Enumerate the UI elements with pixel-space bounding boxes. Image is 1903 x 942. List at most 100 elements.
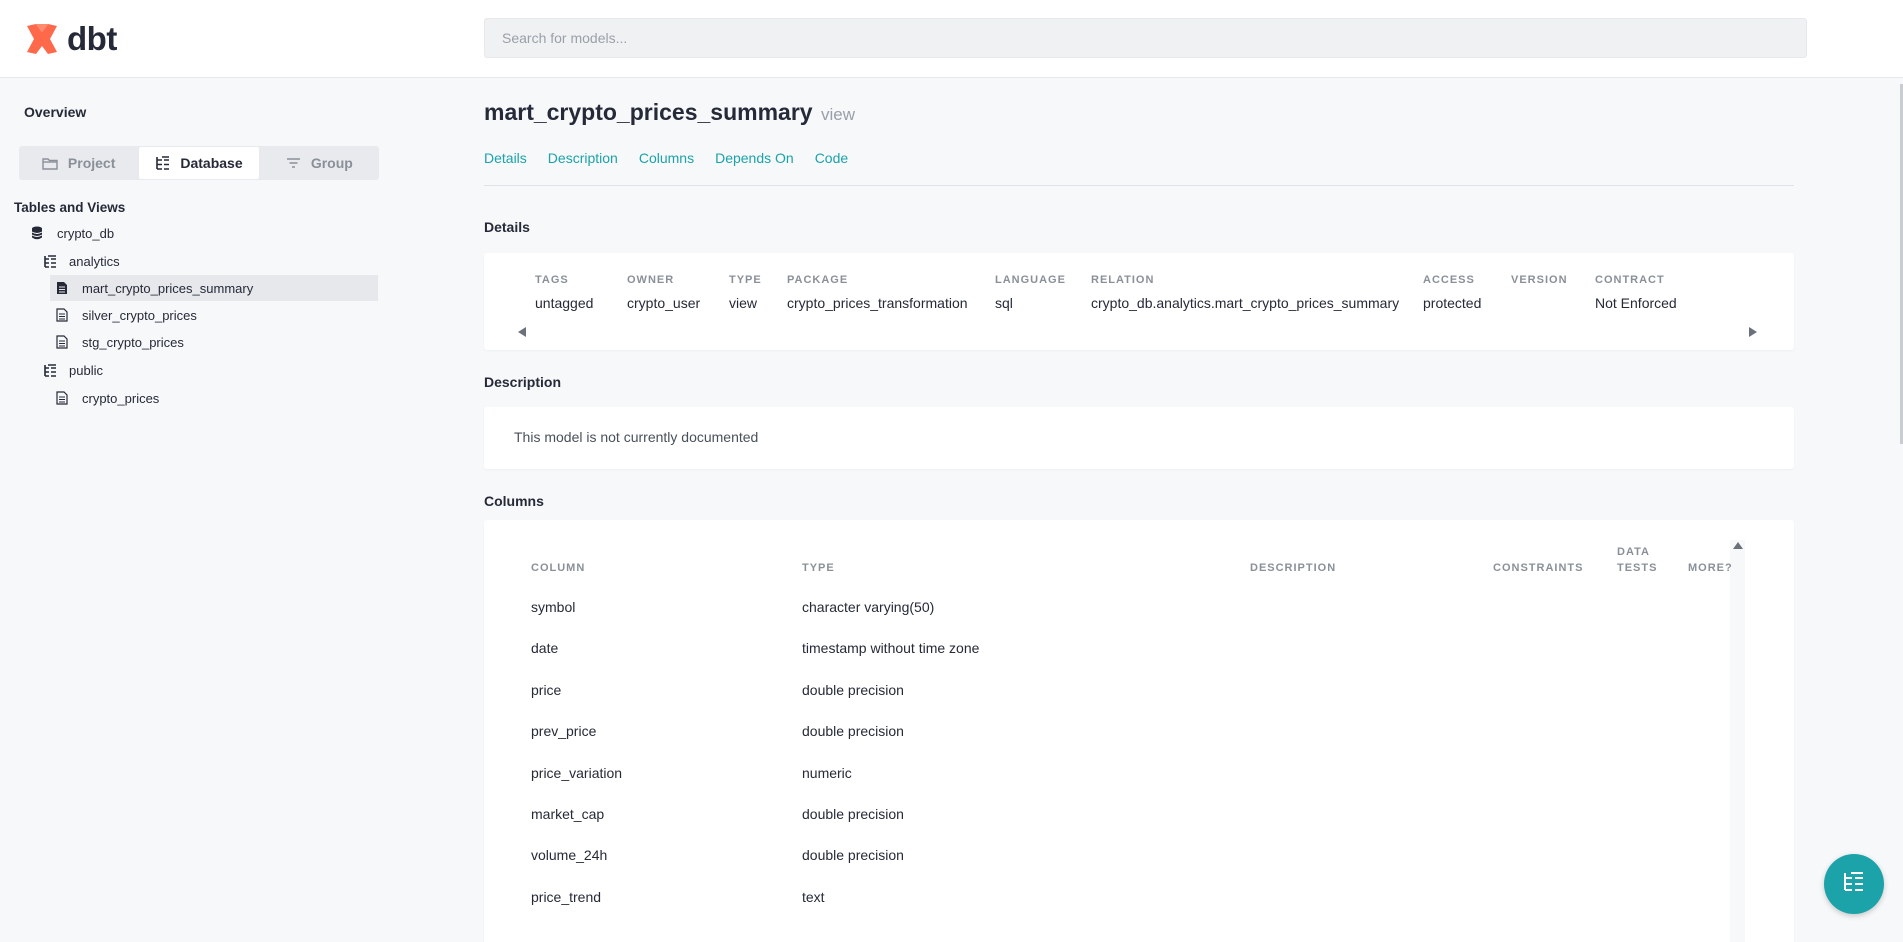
column-header-more: MORE? bbox=[1688, 562, 1733, 574]
page-title: mart_crypto_prices_summary bbox=[484, 99, 813, 125]
lineage-graph-button[interactable] bbox=[1824, 854, 1884, 914]
column-name: market_cap bbox=[531, 806, 605, 822]
detail-value: crypto_user bbox=[627, 295, 701, 311]
detail-value: protected bbox=[1423, 295, 1482, 311]
scroll-up-arrow[interactable] bbox=[1733, 542, 1743, 549]
tree-item-label: analytics bbox=[69, 253, 120, 269]
column-type: double precision bbox=[802, 723, 904, 739]
detail-contract: CONTRACT Not Enforced bbox=[1595, 274, 1695, 311]
detail-label: ACCESS bbox=[1423, 274, 1475, 286]
column-name: prev_price bbox=[531, 723, 597, 739]
tab-group[interactable]: Group bbox=[260, 146, 379, 180]
model-header: mart_crypto_prices_summary view bbox=[484, 99, 855, 126]
table-row[interactable]: prev_price double precision bbox=[531, 723, 1757, 764]
schema-icon bbox=[43, 363, 61, 377]
columns-heading: Columns bbox=[484, 493, 544, 509]
detail-value: Not Enforced bbox=[1595, 295, 1677, 311]
detail-value: crypto_prices_transformation bbox=[787, 295, 968, 311]
column-header-data-tests-line2: TESTS bbox=[1617, 562, 1658, 574]
table-row[interactable]: volume_24h double precision bbox=[531, 847, 1757, 888]
tables-and-views-label: Tables and Views bbox=[14, 200, 126, 215]
tree-item-public[interactable]: public bbox=[43, 357, 103, 383]
schema-icon bbox=[43, 254, 61, 268]
table-row[interactable]: price_variation numeric bbox=[531, 765, 1757, 806]
tab-description[interactable]: Description bbox=[548, 150, 618, 166]
detail-type: TYPE view bbox=[729, 274, 762, 311]
detail-value: view bbox=[729, 295, 758, 311]
description-heading: Description bbox=[484, 374, 562, 390]
column-header-data-tests-line1: DATA bbox=[1617, 546, 1650, 558]
tree-item-crypto-db[interactable]: crypto_db bbox=[31, 220, 114, 246]
column-name: price_variation bbox=[531, 765, 623, 781]
details-grid: TAGS untagged OWNER crypto_user TYPE vie… bbox=[535, 274, 1727, 311]
detail-label: VERSION bbox=[1511, 274, 1568, 286]
table-row[interactable]: symbol character varying(50) bbox=[531, 599, 1757, 640]
scroll-right-arrow[interactable] bbox=[1749, 327, 1757, 337]
detail-tags: TAGS untagged bbox=[535, 274, 595, 311]
database-icon bbox=[31, 226, 49, 240]
column-type: numeric bbox=[802, 765, 852, 781]
tree-item-silver-crypto-prices[interactable]: silver_crypto_prices bbox=[56, 302, 197, 328]
model-kind: view bbox=[821, 105, 856, 124]
divider bbox=[484, 185, 1794, 186]
sidebar: Overview Project Database Group Tables a… bbox=[0, 79, 390, 942]
column-name: volume_24h bbox=[531, 847, 608, 863]
column-type: double precision bbox=[802, 682, 904, 698]
detail-label: OWNER bbox=[627, 274, 675, 286]
details-heading: Details bbox=[484, 219, 530, 235]
tree-item-crypto-prices[interactable]: crypto_prices bbox=[56, 385, 159, 411]
file-icon bbox=[56, 308, 74, 322]
dbt-logo-icon bbox=[27, 24, 57, 54]
column-header-type: TYPE bbox=[802, 562, 835, 574]
detail-value: sql bbox=[995, 295, 1013, 311]
column-type: character varying(50) bbox=[802, 599, 935, 615]
column-type: text bbox=[802, 889, 825, 905]
tree-item-label: crypto_prices bbox=[82, 390, 160, 406]
table-row[interactable]: market_cap double precision bbox=[531, 806, 1757, 847]
column-name: symbol bbox=[531, 599, 576, 615]
section-tabs: Details Description Columns Depends On C… bbox=[484, 150, 869, 166]
column-type: double precision bbox=[802, 847, 904, 863]
dbt-logo[interactable]: dbt bbox=[23, 20, 117, 58]
top-header: dbt bbox=[0, 0, 1903, 78]
detail-value: untagged bbox=[535, 295, 594, 311]
column-header-column: COLUMN bbox=[531, 562, 586, 574]
filter-icon bbox=[286, 157, 301, 169]
overview-link[interactable]: Overview bbox=[24, 104, 86, 120]
detail-label: RELATION bbox=[1091, 274, 1155, 286]
detail-label: PACKAGE bbox=[787, 274, 849, 286]
tree-item-label: public bbox=[69, 362, 103, 378]
table-row[interactable]: price_trend text bbox=[531, 889, 1757, 930]
detail-language: LANGUAGE sql bbox=[995, 274, 1065, 311]
tab-database[interactable]: Database bbox=[139, 147, 259, 179]
tree-item-mart-crypto-prices-summary[interactable]: mart_crypto_prices_summary bbox=[50, 275, 378, 301]
tab-code[interactable]: Code bbox=[815, 150, 848, 166]
tree-item-analytics[interactable]: analytics bbox=[43, 248, 120, 274]
file-icon bbox=[56, 281, 74, 295]
tab-details[interactable]: Details bbox=[484, 150, 527, 166]
search-input[interactable] bbox=[484, 18, 1807, 58]
column-name: price_trend bbox=[531, 889, 602, 905]
columns-card: COLUMN TYPE DESCRIPTION CONSTRAINTS DATA… bbox=[484, 520, 1794, 942]
detail-version: VERSION bbox=[1511, 274, 1568, 311]
column-name: price bbox=[531, 682, 562, 698]
tab-project[interactable]: Project bbox=[19, 146, 138, 180]
tab-depends-on[interactable]: Depends On bbox=[715, 150, 794, 166]
table-row[interactable]: date timestamp without time zone bbox=[531, 640, 1757, 681]
tab-columns[interactable]: Columns bbox=[639, 150, 694, 166]
detail-package: PACKAGE crypto_prices_transformation bbox=[787, 274, 968, 311]
column-type: timestamp without time zone bbox=[802, 640, 980, 656]
tree-item-label: crypto_db bbox=[57, 225, 115, 241]
tab-database-label: Database bbox=[180, 155, 243, 171]
tree-item-stg-crypto-prices[interactable]: stg_crypto_prices bbox=[56, 329, 184, 355]
detail-label: TYPE bbox=[729, 274, 762, 286]
table-row[interactable]: price double precision bbox=[531, 682, 1757, 723]
tab-group-label: Group bbox=[310, 155, 353, 171]
lineage-icon bbox=[1842, 871, 1866, 898]
description-text: This model is not currently documented bbox=[514, 429, 759, 445]
column-name: date bbox=[531, 640, 559, 656]
column-type: double precision bbox=[802, 806, 904, 822]
detail-owner: OWNER crypto_user bbox=[627, 274, 701, 311]
folder-icon bbox=[42, 157, 58, 170]
scroll-left-arrow[interactable] bbox=[518, 327, 526, 337]
